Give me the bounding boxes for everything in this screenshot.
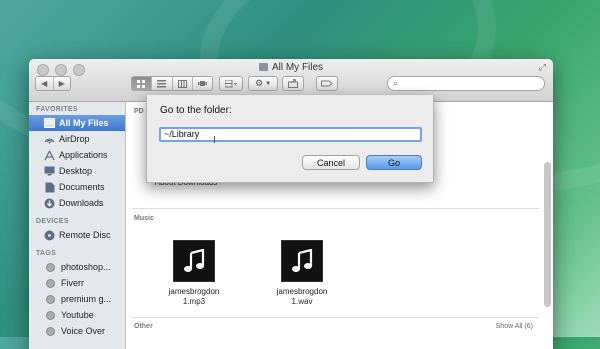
sidebar-item-tag-fiverr[interactable]: Fiverr (29, 275, 125, 291)
applications-icon (44, 150, 55, 161)
back-button[interactable]: ◀ (36, 77, 54, 90)
folder-path-input[interactable]: ~/Library (159, 127, 422, 142)
action-button[interactable]: ⚙ ▼ (248, 76, 278, 91)
sidebar-header-devices: DEVICES (36, 218, 69, 225)
coverflow-view-icon (197, 80, 207, 86)
sidebar-item-documents[interactable]: Documents (29, 179, 125, 195)
tag-icon (321, 80, 333, 87)
downloads-icon (44, 198, 55, 209)
sidebar-item-tag-premium[interactable]: premium g... (29, 291, 125, 307)
audio-file-icon (173, 240, 215, 282)
coverflow-view-button[interactable] (193, 77, 212, 90)
audio-file-icon (281, 240, 323, 282)
file-name-line2: 1.mp3 (182, 297, 206, 306)
file-name-line1: jamesbrogdon (276, 287, 328, 296)
file-item-wav[interactable]: jamesbrogdon 1.wav (262, 240, 342, 307)
vertical-scrollbar[interactable] (544, 162, 551, 307)
tag-dot-icon (46, 294, 55, 304)
section-header-other: Other (134, 323, 153, 330)
sidebar-item-desktop[interactable]: Desktop (29, 163, 125, 179)
icon-view-icon (137, 79, 146, 88)
back-forward-control: ◀ ▶ (35, 76, 71, 91)
section-header-music: Music (134, 215, 154, 222)
icon-view-button[interactable] (132, 77, 153, 90)
section-divider (132, 317, 539, 318)
forward-button[interactable]: ▶ (54, 77, 71, 90)
dialog-label: Go to the folder: (160, 105, 232, 116)
sidebar-item-downloads[interactable]: Downloads (29, 195, 125, 211)
tag-dot-icon (46, 262, 55, 272)
disc-icon (44, 230, 55, 241)
file-item-mp3[interactable]: jamesbrogdon 1.mp3 (154, 240, 234, 307)
list-view-icon (157, 79, 167, 87)
tag-dot-icon (46, 310, 55, 320)
chevron-down-icon: ▼ (265, 80, 272, 87)
file-name-line1: jamesbrogdon (168, 287, 220, 296)
go-button[interactable]: Go (366, 155, 422, 170)
list-view-button[interactable] (152, 77, 173, 90)
file-name-line2: 1.wav (291, 297, 313, 306)
sidebar-header-tags: TAGS (36, 250, 57, 257)
text-cursor-icon: I (213, 135, 216, 146)
sidebar: FAVORITES All My Files AirDrop Applicati… (29, 102, 126, 349)
all-files-icon (44, 118, 55, 129)
sidebar-item-airdrop[interactable]: AirDrop (29, 131, 125, 147)
window-title: All My Files (29, 62, 553, 73)
search-field[interactable]: ⌕ (387, 76, 545, 91)
section-divider (132, 208, 539, 209)
documents-icon (44, 182, 55, 193)
share-icon (288, 79, 298, 88)
tag-dot-icon (46, 278, 55, 288)
desktop-icon (44, 166, 55, 177)
arrange-icon (224, 79, 237, 87)
section-header-partial: PD (134, 108, 144, 115)
sidebar-item-remote-disc[interactable]: Remote Disc (29, 227, 125, 243)
sidebar-item-tag-photoshop[interactable]: photoshop... (29, 259, 125, 275)
column-view-icon (177, 79, 187, 88)
sidebar-item-tag-youtube[interactable]: Youtube (29, 307, 125, 323)
go-to-folder-dialog: Go to the folder: ~/Library I Cancel Go (146, 95, 434, 183)
sidebar-header-favorites: FAVORITES (36, 106, 78, 113)
arrange-button[interactable] (219, 76, 243, 91)
cancel-button[interactable]: Cancel (302, 155, 360, 170)
view-mode-control (131, 76, 213, 91)
tag-dot-icon (46, 326, 55, 336)
search-icon: ⌕ (393, 78, 399, 88)
sidebar-item-applications[interactable]: Applications (29, 147, 125, 163)
sidebar-item-all-my-files[interactable]: All My Files (29, 115, 125, 131)
fullscreen-icon[interactable]: ⤢ (539, 62, 546, 73)
airdrop-icon (44, 134, 55, 145)
tag-button[interactable] (316, 76, 338, 91)
gear-icon: ⚙ (254, 78, 264, 88)
column-view-button[interactable] (173, 77, 193, 90)
show-all-link[interactable]: Show All (6) (496, 323, 533, 330)
folder-icon (258, 63, 268, 71)
share-button[interactable] (282, 76, 304, 91)
